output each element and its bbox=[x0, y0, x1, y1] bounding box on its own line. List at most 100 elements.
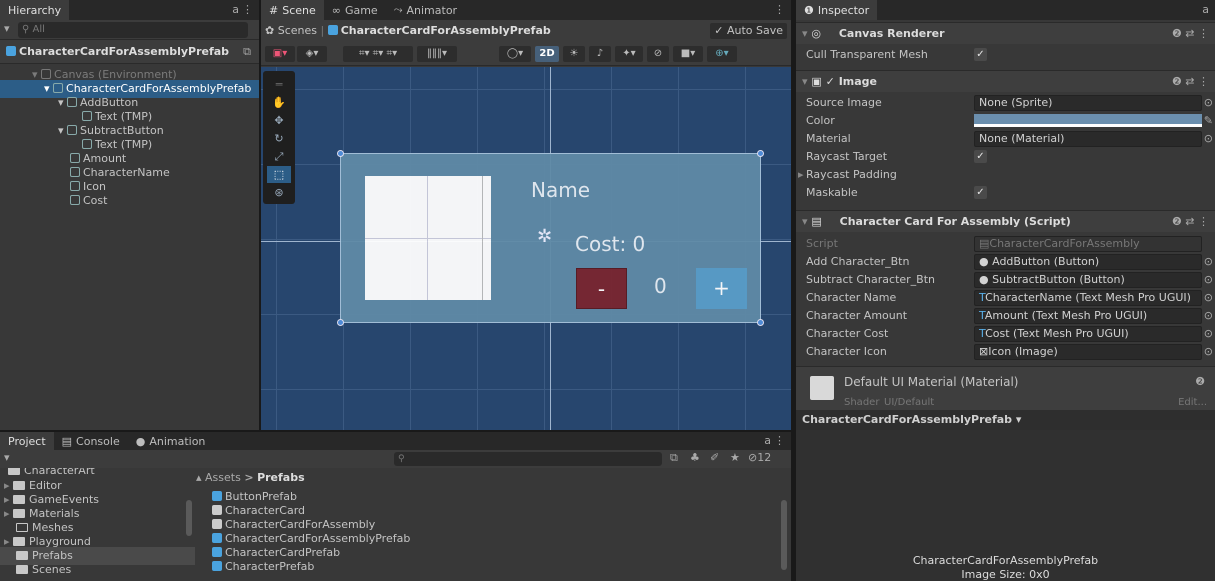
tab-inspector[interactable]: ❶ Inspector bbox=[796, 0, 878, 20]
lock-icon[interactable]: a bbox=[764, 434, 771, 447]
camera-dropdown[interactable]: ■▾ bbox=[673, 46, 703, 62]
material-title[interactable]: Default UI Material (Material) bbox=[844, 375, 1018, 389]
divider-vertical-right[interactable] bbox=[791, 0, 796, 581]
rect-handle-tr[interactable] bbox=[757, 150, 764, 157]
help-icon[interactable]: ❷ bbox=[1195, 375, 1205, 388]
folder-tree-scrollbar[interactable] bbox=[186, 500, 192, 536]
tab-animation[interactable]: ● Animation bbox=[128, 432, 214, 450]
favorite-star-icon[interactable]: ★ bbox=[730, 451, 740, 464]
gizmos-dropdown[interactable]: ⊕▾ bbox=[707, 46, 737, 62]
hand-tool-icon[interactable]: ✋ bbox=[267, 94, 291, 111]
enabled-check-icon[interactable]: ✓ bbox=[826, 75, 835, 88]
preview-header[interactable]: CharacterCardForAssemblyPrefab ▾ bbox=[796, 410, 1215, 430]
tab-game[interactable]: ∞ Game bbox=[324, 0, 386, 20]
lock-icon[interactable]: a bbox=[1202, 3, 1209, 16]
character-cost-field[interactable]: TCost (Text Mesh Pro UGUI) bbox=[974, 326, 1202, 342]
source-image-field[interactable]: None (Sprite) bbox=[974, 95, 1202, 111]
breadcrumb-prefabs[interactable]: Prefabs bbox=[257, 471, 305, 484]
shader-value[interactable]: UI/Default bbox=[884, 397, 934, 408]
object-picker-icon[interactable]: ⊙ bbox=[1204, 325, 1213, 343]
rect-handle-br[interactable] bbox=[757, 319, 764, 326]
tab-hierarchy[interactable]: Hierarchy bbox=[0, 0, 70, 20]
cost-text[interactable]: Cost: 0 bbox=[575, 232, 645, 256]
scene-viewport[interactable]: Name ✲ Cost: 0 - 0 + ═ ✋ ✥ ↻ ⤢ ⬚ ⊛ bbox=[261, 67, 791, 430]
rotate-tool-icon[interactable]: ↻ bbox=[267, 130, 291, 147]
draw-mode-dropdown[interactable]: ▣▾ bbox=[265, 46, 295, 62]
lighting-toggle[interactable]: ☀ bbox=[563, 46, 585, 62]
tab-scene[interactable]: # Scene bbox=[261, 0, 324, 20]
image-header[interactable]: ▾ ▣ ✓ Image ❷ ⇄ ⋮ bbox=[796, 70, 1215, 92]
breadcrumb-root[interactable]: Scenes bbox=[278, 24, 317, 37]
gizmo-dropdown[interactable]: ◈▾ bbox=[297, 46, 327, 62]
character-name-field[interactable]: TCharacterName (Text Mesh Pro UGUI) bbox=[974, 290, 1202, 306]
shading-dropdown[interactable]: ◯▾ bbox=[499, 46, 531, 62]
script-component-header[interactable]: ▾ ▤ Character Card For Assembly (Script)… bbox=[796, 210, 1215, 232]
lock-icon[interactable]: a bbox=[232, 3, 239, 16]
character-card[interactable]: Name ✲ Cost: 0 - 0 + bbox=[340, 153, 761, 323]
object-picker-icon[interactable]: ⊙ bbox=[1204, 271, 1213, 289]
object-picker-icon[interactable]: ⊙ bbox=[1204, 343, 1213, 361]
hierarchy-search-input[interactable]: ⚲ All bbox=[18, 22, 248, 38]
scale-tool-icon[interactable]: ⤢ bbox=[267, 148, 291, 165]
breadcrumb-item[interactable]: CharacterCardForAssemblyPrefab bbox=[341, 24, 551, 37]
move-tool-icon[interactable]: ✥ bbox=[267, 112, 291, 129]
audio-toggle[interactable]: ♪ bbox=[589, 46, 611, 62]
grid-snap-dropdown[interactable]: ⌗▾ ⌗▾ ⌗▾ bbox=[343, 46, 413, 62]
visibility-toggle[interactable]: ⊘ bbox=[647, 46, 669, 62]
effects-dropdown[interactable]: ✦▾ bbox=[615, 46, 643, 62]
tab-animator[interactable]: ⤳ Animator bbox=[386, 0, 465, 20]
open-external-icon[interactable]: ⧉ bbox=[243, 40, 251, 64]
object-picker-icon[interactable]: ⊙ bbox=[1204, 289, 1213, 307]
component-menu-icons[interactable]: ❷ ⇄ ⋮ bbox=[1172, 71, 1209, 93]
drag-handle-icon[interactable]: ═ bbox=[267, 76, 291, 93]
raycast-target-checkbox[interactable]: ✓ bbox=[974, 150, 987, 163]
kebab-menu-icon[interactable]: ⋮ bbox=[242, 3, 253, 16]
asset-characterprefab[interactable]: CharacterPrefab bbox=[196, 558, 791, 576]
cull-checkbox[interactable]: ✓ bbox=[974, 48, 987, 61]
pivot-icon[interactable]: ✲ bbox=[537, 226, 552, 247]
search-by-label-icon[interactable]: ♣ bbox=[690, 451, 700, 464]
kebab-menu-icon[interactable]: ⋮ bbox=[774, 434, 785, 447]
canvas-renderer-header[interactable]: ▾ ◎ Canvas Renderer ❷ ⇄ ⋮ bbox=[796, 22, 1215, 44]
folder-scenes[interactable]: Scenes bbox=[0, 561, 195, 579]
2d-toggle[interactable]: 2D bbox=[535, 46, 559, 62]
project-search-input[interactable]: ⚲ bbox=[394, 452, 662, 466]
subtract-character-btn-field[interactable]: ● SubtractButton (Button) bbox=[974, 272, 1202, 288]
object-picker-icon[interactable]: ⊙ bbox=[1204, 130, 1213, 148]
rect-tool-icon[interactable]: ⬚ bbox=[267, 166, 291, 183]
assets-scrollbar[interactable] bbox=[781, 500, 787, 570]
rect-handle-bl[interactable] bbox=[337, 319, 344, 326]
character-icon-field[interactable]: ⊠Icon (Image) bbox=[974, 344, 1202, 360]
add-character-btn-field[interactable]: ● AddButton (Button) bbox=[974, 254, 1202, 270]
component-menu-icons[interactable]: ❷ ⇄ ⋮ bbox=[1172, 211, 1209, 233]
object-picker-icon[interactable]: ⊙ bbox=[1204, 253, 1213, 271]
increment-snap-dropdown[interactable]: ‖‖‖▾ bbox=[417, 46, 457, 62]
hierarchy-item-cost[interactable]: Cost bbox=[0, 192, 259, 210]
search-by-type-icon[interactable]: ⧉ bbox=[670, 451, 678, 465]
tag-icon[interactable]: ✐ bbox=[710, 451, 719, 464]
add-button[interactable]: + bbox=[696, 268, 747, 309]
character-name-text[interactable]: Name bbox=[531, 178, 590, 202]
eyedropper-icon[interactable]: ✎ bbox=[1204, 112, 1213, 130]
raycast-padding-row[interactable]: ▸ Raycast Padding bbox=[796, 166, 1215, 184]
auto-save-toggle[interactable]: ✓ Auto Save bbox=[710, 23, 787, 39]
breadcrumb-assets[interactable]: Assets bbox=[205, 471, 241, 484]
hidden-packages-toggle[interactable]: ⊘12 bbox=[748, 451, 771, 464]
object-picker-icon[interactable]: ⊙ bbox=[1204, 94, 1213, 112]
object-picker-icon[interactable]: ⊙ bbox=[1204, 307, 1213, 325]
rect-handle-tl[interactable] bbox=[337, 150, 344, 157]
tab-console[interactable]: ▤ Console bbox=[54, 432, 128, 450]
transform-tool-icon[interactable]: ⊛ bbox=[267, 184, 291, 201]
shader-edit-button[interactable]: Edit... bbox=[1178, 397, 1207, 408]
material-field[interactable]: None (Material) bbox=[974, 131, 1202, 147]
subtract-button[interactable]: - bbox=[576, 268, 627, 309]
create-dropdown-icon[interactable]: ▾ bbox=[4, 451, 10, 464]
add-dropdown-icon[interactable]: ▾ bbox=[4, 22, 10, 35]
character-amount-field[interactable]: TAmount (Text Mesh Pro UGUI) bbox=[974, 308, 1202, 324]
amount-text[interactable]: 0 bbox=[654, 274, 667, 298]
component-menu-icons[interactable]: ❷ ⇄ ⋮ bbox=[1172, 23, 1209, 45]
maskable-checkbox[interactable]: ✓ bbox=[974, 186, 987, 199]
divider-vertical-left[interactable] bbox=[259, 0, 261, 430]
kebab-menu-icon[interactable]: ⋮ bbox=[774, 3, 785, 16]
color-swatch[interactable] bbox=[974, 114, 1202, 127]
